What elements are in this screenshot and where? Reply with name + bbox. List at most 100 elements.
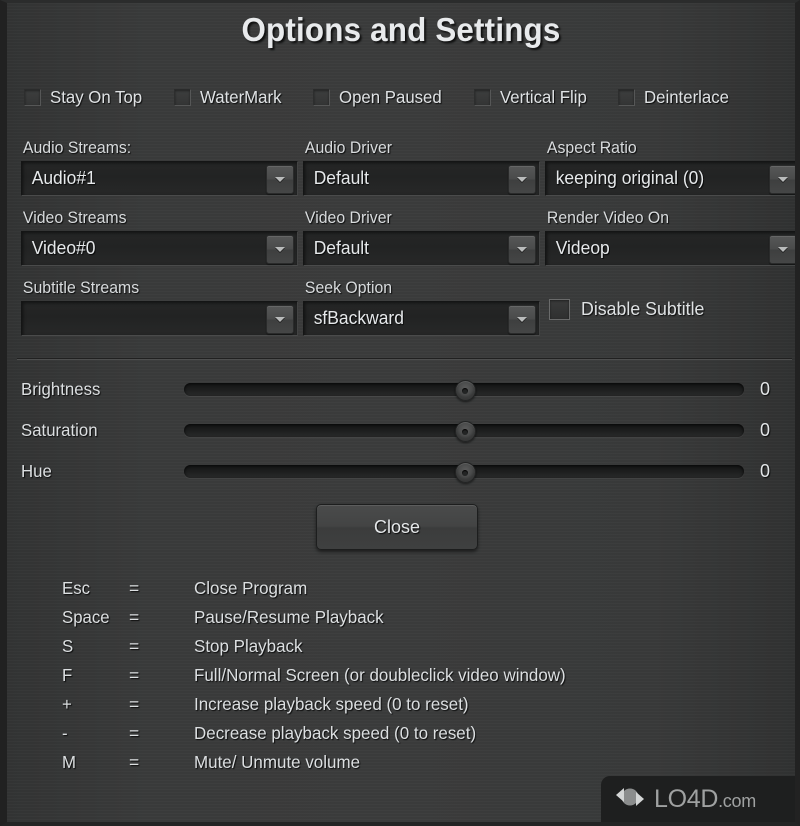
shortcut-description: Decrease playback speed (0 to reset) bbox=[194, 723, 477, 743]
shortcut-row: + = Increase playback speed (0 to reset) bbox=[62, 694, 742, 723]
checkbox-vertical-flip[interactable]: Vertical Flip bbox=[473, 87, 590, 108]
dropdown-audio-driver[interactable]: Default bbox=[303, 161, 540, 196]
checkbox-label-vertical-flip: Vertical Flip bbox=[499, 87, 587, 107]
chevron-down-icon[interactable] bbox=[266, 305, 294, 334]
shortcut-equals: = bbox=[129, 665, 140, 685]
keyboard-shortcuts-list: Esc = Close Program Space = Pause/Resume… bbox=[62, 578, 742, 781]
field-group-audio-streams: Audio Streams: Audio#1 bbox=[21, 139, 298, 209]
page-title: Options and Settings bbox=[241, 11, 561, 48]
checkbox-box-watermark[interactable] bbox=[174, 89, 191, 106]
shortcut-key: + bbox=[62, 694, 72, 714]
shortcut-equals: = bbox=[129, 723, 140, 743]
shortcut-description: Pause/Resume Playback bbox=[194, 607, 384, 627]
slider-track-saturation[interactable] bbox=[184, 421, 744, 442]
shortcut-row: F = Full/Normal Screen (or doubleclick v… bbox=[62, 665, 742, 694]
shortcut-equals: = bbox=[129, 752, 140, 772]
watermark-brand: LO4D bbox=[654, 784, 719, 813]
shortcut-equals: = bbox=[129, 636, 140, 656]
dropdown-audio-streams[interactable]: Audio#1 bbox=[21, 161, 298, 196]
section-divider bbox=[17, 358, 792, 360]
slider-thumb-brightness[interactable] bbox=[454, 380, 476, 401]
close-button[interactable]: Close bbox=[316, 504, 478, 550]
checkbox-open-paused[interactable]: Open Paused bbox=[312, 87, 446, 108]
shortcut-key: Space bbox=[62, 607, 110, 627]
shortcut-description: Increase playback speed (0 to reset) bbox=[194, 694, 469, 714]
chevron-down-icon[interactable] bbox=[769, 235, 795, 264]
shortcut-description: Full/Normal Screen (or doubleclick video… bbox=[194, 665, 566, 685]
dropdown-video-driver[interactable]: Default bbox=[303, 231, 540, 266]
label-seek-option: Seek Option bbox=[304, 279, 393, 297]
slider-thumb-saturation[interactable] bbox=[454, 421, 476, 442]
dropdown-value-aspect-ratio: keeping original (0) bbox=[555, 168, 705, 188]
checkbox-box-open-paused[interactable] bbox=[312, 89, 330, 106]
chevron-down-icon[interactable] bbox=[508, 305, 536, 334]
checkbox-deinterlace[interactable]: Deinterlace bbox=[618, 87, 733, 108]
checkbox-box-vertical-flip[interactable] bbox=[473, 89, 491, 106]
slider-row-saturation: Saturation 0 bbox=[21, 410, 793, 451]
slider-label-hue: Hue bbox=[21, 461, 52, 481]
dropdown-seek-option[interactable]: sfBackward bbox=[303, 301, 540, 336]
field-group-disable-subtitle: Disable Subtitle bbox=[545, 279, 795, 349]
checkbox-watermark[interactable]: WaterMark bbox=[174, 87, 285, 108]
watermark-text: LO4D.com bbox=[654, 785, 756, 814]
options-and-settings-window: Options and Settings Stay On Top WaterMa… bbox=[0, 0, 800, 826]
watermark-suffix: .com bbox=[718, 790, 756, 811]
dropdown-subtitle-streams[interactable] bbox=[21, 301, 298, 336]
top-options-row: Stay On Top WaterMark Open Paused Vertic… bbox=[24, 87, 786, 108]
dropdown-value-video-driver: Default bbox=[313, 238, 370, 258]
checkbox-label-disable-subtitle: Disable Subtitle bbox=[581, 298, 705, 319]
checkbox-label-stay-on-top: Stay On Top bbox=[50, 87, 143, 107]
checkbox-box-disable-subtitle[interactable] bbox=[549, 298, 570, 320]
shortcut-description: Stop Playback bbox=[194, 636, 303, 656]
slider-label-brightness: Brightness bbox=[21, 379, 101, 399]
settings-fields: Audio Streams: Audio#1 Audio Driver Defa… bbox=[21, 139, 795, 349]
shortcut-equals: = bbox=[129, 607, 140, 627]
refresh-arrows-icon bbox=[613, 782, 647, 817]
shortcut-row: Esc = Close Program bbox=[62, 578, 742, 607]
chevron-down-icon[interactable] bbox=[266, 165, 294, 194]
slider-value-brightness: 0 bbox=[760, 379, 771, 399]
label-render-video-on: Render Video On bbox=[546, 209, 670, 227]
checkbox-label-deinterlace: Deinterlace bbox=[644, 87, 730, 107]
slider-track-hue[interactable] bbox=[184, 462, 744, 483]
dropdown-value-seek-option: sfBackward bbox=[313, 308, 404, 328]
slider-track-brightness[interactable] bbox=[184, 380, 744, 401]
image-adjustment-sliders: Brightness 0 Saturation 0 Hue 0 bbox=[21, 369, 793, 492]
checkbox-box-deinterlace[interactable] bbox=[618, 89, 636, 106]
slider-row-brightness: Brightness 0 bbox=[21, 369, 793, 410]
slider-label-saturation: Saturation bbox=[21, 420, 98, 440]
label-aspect-ratio: Aspect Ratio bbox=[546, 139, 637, 157]
slider-value-hue: 0 bbox=[760, 461, 771, 481]
field-group-render-video-on: Render Video On Videop bbox=[545, 209, 795, 279]
chevron-down-icon[interactable] bbox=[508, 165, 536, 194]
shortcut-key: F bbox=[62, 665, 73, 685]
slider-value-saturation: 0 bbox=[760, 420, 771, 440]
shortcut-equals: = bbox=[129, 694, 140, 714]
slider-row-hue: Hue 0 bbox=[21, 451, 793, 492]
shortcut-key: M bbox=[62, 752, 76, 772]
chevron-down-icon[interactable] bbox=[266, 235, 294, 264]
dropdown-render-video-on[interactable]: Videop bbox=[545, 231, 795, 266]
chevron-down-icon[interactable] bbox=[508, 235, 536, 264]
shortcut-key: Esc bbox=[62, 578, 91, 598]
field-group-audio-driver: Audio Driver Default bbox=[303, 139, 540, 209]
shortcut-description: Mute/ Unmute volume bbox=[194, 752, 361, 772]
shortcut-description: Close Program bbox=[194, 578, 308, 598]
label-video-streams: Video Streams bbox=[22, 209, 127, 227]
dropdown-video-streams[interactable]: Video#0 bbox=[21, 231, 298, 266]
chevron-down-icon[interactable] bbox=[769, 165, 795, 194]
shortcut-row: - = Decrease playback speed (0 to reset) bbox=[62, 723, 742, 752]
checkbox-label-open-paused: Open Paused bbox=[338, 87, 442, 107]
lo4d-watermark: LO4D.com bbox=[601, 776, 795, 822]
dropdown-value-video-streams: Video#0 bbox=[31, 238, 96, 258]
shortcut-key: - bbox=[62, 723, 68, 743]
checkbox-disable-subtitle[interactable]: Disable Subtitle bbox=[545, 298, 795, 320]
field-group-aspect-ratio: Aspect Ratio keeping original (0) bbox=[545, 139, 795, 209]
checkbox-box-stay-on-top[interactable] bbox=[24, 89, 41, 106]
slider-thumb-hue[interactable] bbox=[454, 462, 476, 483]
checkbox-stay-on-top[interactable]: Stay On Top bbox=[24, 87, 146, 108]
field-group-seek-option: Seek Option sfBackward bbox=[303, 279, 540, 349]
dropdown-aspect-ratio[interactable]: keeping original (0) bbox=[545, 161, 795, 196]
dropdown-value-render-video-on: Videop bbox=[555, 238, 610, 258]
dropdown-value-audio-driver: Default bbox=[313, 168, 370, 188]
